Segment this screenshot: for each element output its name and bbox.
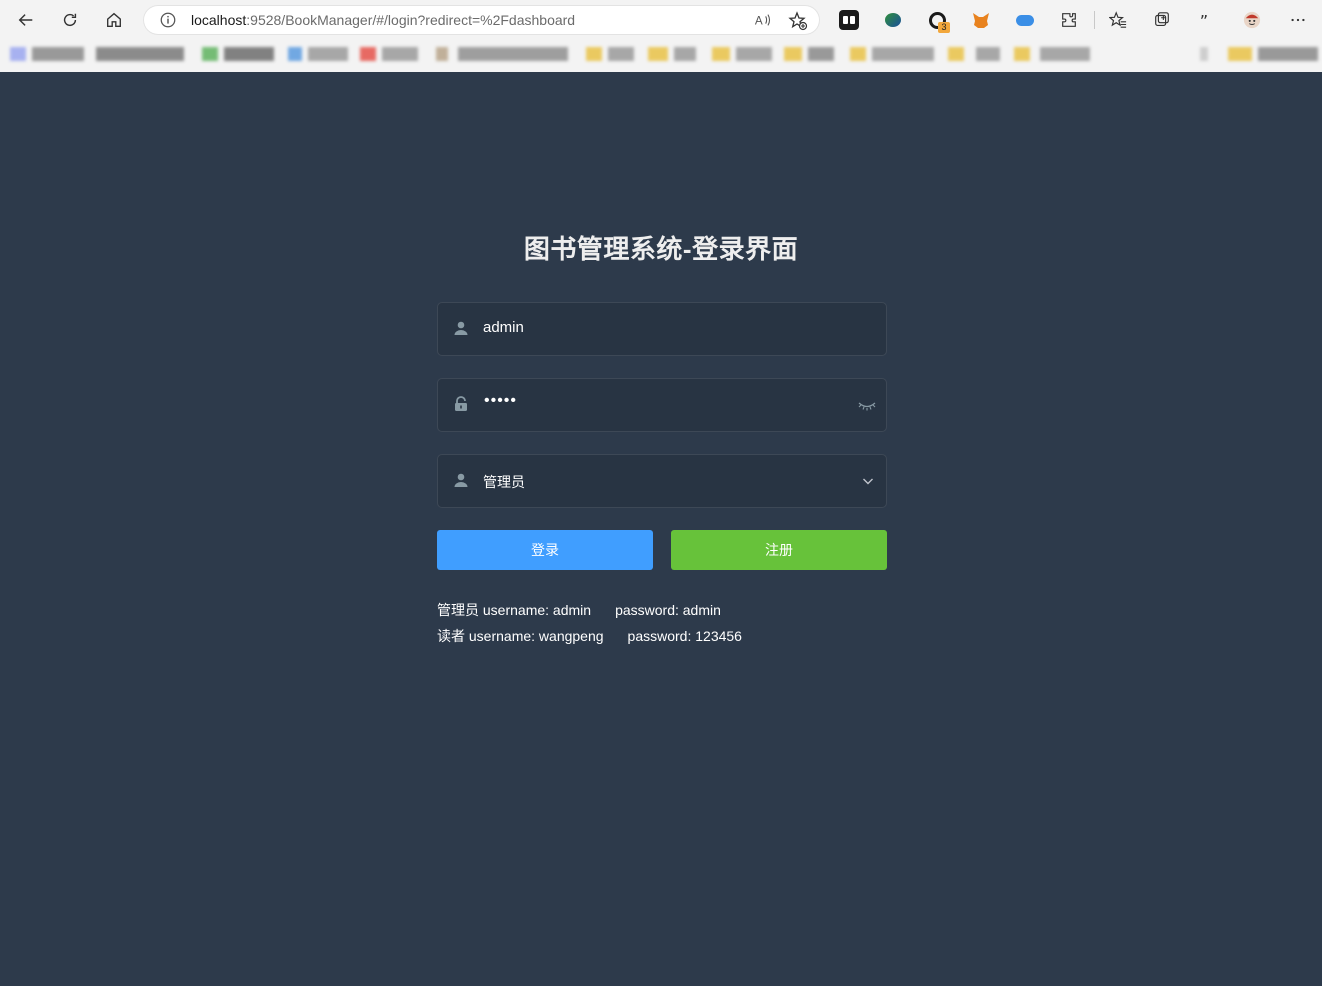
address-url[interactable]: localhost:9528/BookManager/#/login?redir… [191,12,575,28]
extension-fox-icon[interactable] [971,10,991,30]
bookmark-item[interactable] [308,47,348,61]
browser-chrome: localhost:9528/BookManager/#/login?redir… [0,0,1322,72]
bookmark-item[interactable] [1014,47,1030,61]
back-icon[interactable] [12,6,40,34]
tip-username: username: wangpeng [468,628,604,644]
svg-text:A: A [755,15,763,28]
toolbar-separator [1094,11,1095,29]
add-favorite-icon[interactable] [788,11,808,31]
bookmark-item[interactable] [436,47,448,61]
bookmark-item[interactable] [382,47,418,61]
bookmark-item[interactable] [1228,47,1252,61]
bookmark-item[interactable] [608,47,634,61]
bookmark-item[interactable] [674,47,696,61]
chevron-down-icon[interactable] [862,475,874,487]
home-icon[interactable] [100,6,128,34]
register-button[interactable]: 注册 [671,530,887,570]
quote-icon[interactable]: ” [1192,6,1220,34]
bookmark-item[interactable] [712,47,730,61]
eye-closed-icon[interactable] [858,398,876,412]
favorites-icon[interactable] [1104,6,1132,34]
bookmark-item[interactable] [736,47,772,61]
address-bar[interactable]: localhost:9528/BookManager/#/login?redir… [143,5,820,35]
extensions-icon[interactable] [1055,6,1083,34]
refresh-icon[interactable] [56,6,84,34]
bookmark-item[interactable] [872,47,934,61]
extension-badge: 3 [938,22,950,33]
profile-avatar[interactable] [1238,6,1266,34]
role-select[interactable]: 管理员 [437,454,887,508]
admin-credentials-tip: 管理员 username: admin password: admin [437,600,721,620]
bookmark-item[interactable] [808,47,834,61]
bookmark-item[interactable] [648,47,668,61]
tip-password: password: 123456 [627,628,742,644]
page-title: 图书管理系统-登录界面 [523,234,799,264]
extension-dual-icon[interactable] [839,10,859,30]
username-input[interactable]: admin [483,319,524,336]
svg-text:”: ” [1200,11,1208,29]
tip-role: 管理员 [437,602,479,618]
username-field[interactable]: admin [437,302,887,356]
bookmark-item[interactable] [1200,47,1208,61]
bookmark-item[interactable] [1040,47,1090,61]
tip-password: password: admin [615,602,721,618]
user-icon [454,473,468,487]
tip-role: 读者 [437,628,465,644]
bookmark-item[interactable] [10,47,26,61]
lock-icon [455,396,467,411]
bookmark-item[interactable] [288,47,302,61]
bookmark-item[interactable] [586,47,602,61]
bookmark-item[interactable] [202,47,218,61]
collections-icon[interactable] [1148,6,1176,34]
extension-globe-icon[interactable] [883,10,903,30]
bookmark-item[interactable] [360,47,376,61]
bookmark-item[interactable] [784,47,802,61]
login-button[interactable]: 登录 [437,530,653,570]
bookmark-item[interactable] [948,47,964,61]
password-field[interactable]: ••••• [437,378,887,432]
read-aloud-icon[interactable]: A [754,11,772,29]
bookmark-item[interactable] [96,47,184,61]
extension-cloud-icon[interactable] [1015,10,1035,30]
password-input[interactable]: ••••• [484,392,517,410]
bookmarks-bar [0,40,1322,72]
bookmark-item[interactable] [224,47,274,61]
user-icon [454,321,468,335]
tip-username: username: admin [482,602,592,618]
info-icon[interactable] [159,11,177,29]
reader-credentials-tip: 读者 username: wangpeng password: 123456 [437,626,742,646]
bookmark-item[interactable] [850,47,866,61]
bookmark-item[interactable] [1258,47,1318,61]
bookmark-item[interactable] [458,47,568,61]
more-icon[interactable] [1284,6,1312,34]
browser-toolbar: localhost:9528/BookManager/#/login?redir… [0,0,1322,40]
bookmark-item[interactable] [32,47,84,61]
role-selected-value: 管理员 [483,474,525,490]
bookmark-item[interactable] [976,47,1000,61]
